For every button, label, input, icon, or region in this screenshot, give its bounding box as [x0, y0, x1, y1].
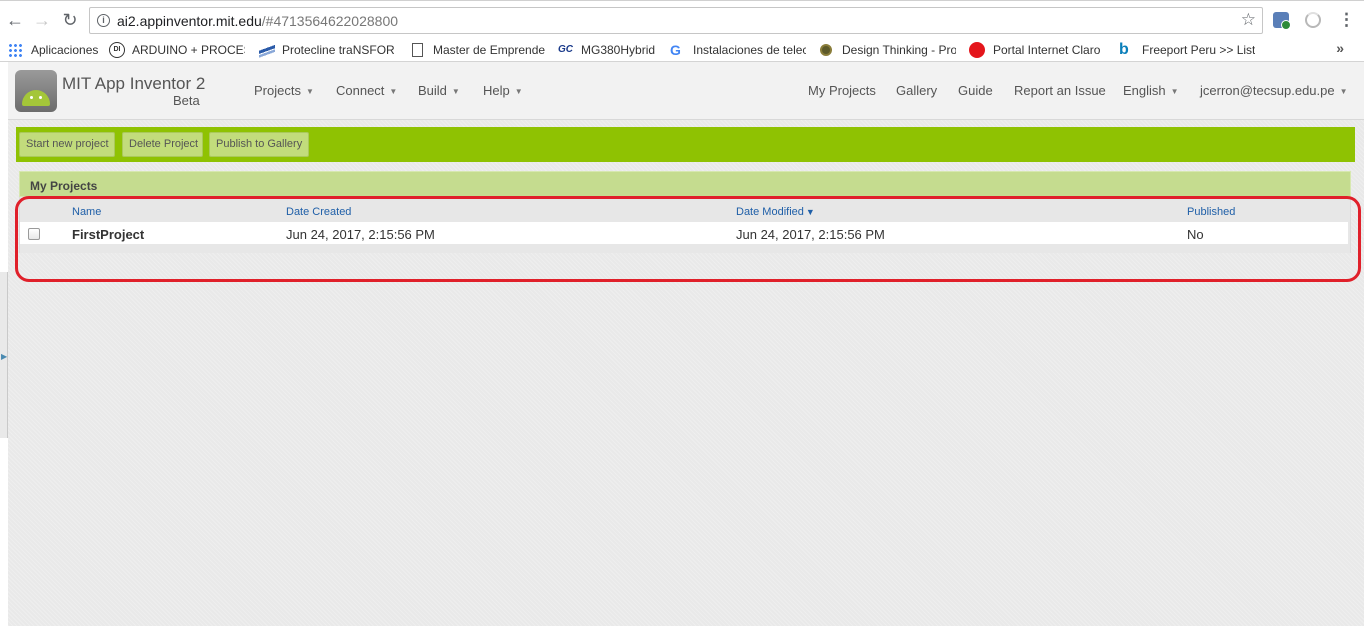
start-new-project-button[interactable]: Start new project: [19, 132, 115, 157]
link-guide[interactable]: Guide: [958, 83, 993, 98]
info-icon[interactable]: i: [97, 14, 110, 27]
dt-logo-icon: [820, 44, 832, 56]
extension-icon[interactable]: [1273, 12, 1291, 30]
di-logo-icon: DI: [109, 42, 125, 58]
app-title: MIT App Inventor 2: [62, 74, 206, 93]
bookmark-claro[interactable]: Portal Internet Claro: [969, 38, 1105, 62]
app-inventor-logo-icon[interactable]: [15, 70, 57, 112]
browser-menu-icon[interactable]: ⋮: [1338, 9, 1355, 31]
menu-help[interactable]: Help ▼: [483, 83, 523, 98]
projects-table: Name Date Created Date Modified ▼ Publish…: [19, 197, 1351, 253]
reload-icon[interactable]: ↻: [60, 9, 80, 31]
caret-down-icon: ▼: [451, 87, 460, 97]
apps-grid-icon: [8, 43, 24, 57]
bookmark-design-thinking[interactable]: Design Thinking - Pro: [820, 38, 956, 62]
expand-arrow-icon: ▶: [1, 352, 8, 361]
caret-down-icon: ▼: [389, 87, 398, 97]
browser-toolbar: ← → ↻ i ai2.appinventor.mit.edu/#4713564…: [0, 0, 1364, 38]
app-subtitle: Beta: [173, 93, 200, 108]
app-header: MIT App Inventor 2 Beta Projects ▼ Connec…: [8, 62, 1364, 120]
address-bar[interactable]: i ai2.appinventor.mit.edu/#4713564622028…: [89, 7, 1263, 34]
delete-project-button[interactable]: Delete Project: [122, 132, 203, 157]
back-icon[interactable]: ←: [5, 9, 25, 31]
bookmark-instalaciones[interactable]: G Instalaciones de telec: [670, 38, 806, 62]
google-icon: G: [670, 42, 681, 58]
row-checkbox[interactable]: [28, 228, 40, 240]
column-date-created[interactable]: Date Created: [286, 206, 351, 218]
menu-language[interactable]: English ▼: [1123, 83, 1179, 98]
bookmarks-overflow-icon[interactable]: »: [1336, 40, 1344, 56]
table-header: Name Date Created Date Modified ▼ Publish…: [20, 206, 1348, 221]
sort-desc-icon: ▼: [805, 207, 815, 217]
bookmark-mg380hybrid[interactable]: GC MG380Hybrid: [558, 38, 660, 62]
bookmark-arduino[interactable]: DI ARDUINO + PROCES: [109, 38, 245, 62]
bookmark-master[interactable]: Master de Emprende: [410, 38, 545, 62]
claro-logo-icon: [969, 42, 985, 58]
protecline-logo-icon: [259, 42, 275, 58]
url-text[interactable]: ai2.appinventor.mit.edu/#471356462202880…: [117, 13, 398, 29]
column-name[interactable]: Name: [72, 206, 101, 218]
bing-icon: b: [1119, 41, 1129, 58]
star-icon[interactable]: ☆: [1241, 10, 1256, 30]
loading-icon: [1305, 12, 1321, 28]
column-date-modified[interactable]: Date Modified ▼: [736, 206, 815, 218]
bookmark-protecline[interactable]: Protecline traNSFORM: [259, 38, 395, 62]
publish-to-gallery-button[interactable]: Publish to Gallery: [209, 132, 309, 157]
column-published[interactable]: Published: [1187, 206, 1235, 218]
link-report-issue[interactable]: Report an Issue: [1014, 83, 1106, 98]
menu-account[interactable]: jcerron@tecsup.edu.pe ▼: [1200, 83, 1348, 98]
project-published: No: [1187, 227, 1204, 242]
side-panel-toggle[interactable]: ▶: [0, 272, 8, 438]
project-date-modified: Jun 24, 2017, 2:15:56 PM: [736, 227, 885, 242]
page-icon: [412, 43, 423, 57]
forward-icon[interactable]: →: [32, 9, 52, 31]
projects-panel-header: My Projects: [19, 171, 1351, 197]
bookmark-freeport[interactable]: b Freeport Peru >> List: [1119, 38, 1256, 62]
gc-logo-icon: GC: [558, 44, 573, 55]
menu-connect[interactable]: Connect ▼: [336, 83, 397, 98]
caret-down-icon: ▼: [514, 87, 523, 97]
caret-down-icon: ▼: [305, 87, 314, 97]
bookmarks-bar: Aplicaciones DI ARDUINO + PROCES Protecl…: [0, 38, 1364, 62]
caret-down-icon: ▼: [1339, 87, 1348, 97]
link-my-projects[interactable]: My Projects: [808, 83, 876, 98]
project-toolbar: Start new project Delete Project Publish…: [16, 127, 1355, 162]
caret-down-icon: ▼: [1170, 87, 1179, 97]
menu-build[interactable]: Build ▼: [418, 83, 460, 98]
table-row[interactable]: FirstProject Jun 24, 2017, 2:15:56 PM Ju…: [20, 222, 1348, 244]
project-name[interactable]: FirstProject: [72, 227, 144, 242]
project-date-created: Jun 24, 2017, 2:15:56 PM: [286, 227, 435, 242]
link-gallery[interactable]: Gallery: [896, 83, 937, 98]
panel-title: My Projects: [30, 179, 98, 193]
bookmark-aplicaciones[interactable]: Aplicaciones: [8, 38, 103, 62]
menu-projects[interactable]: Projects ▼: [254, 83, 314, 98]
